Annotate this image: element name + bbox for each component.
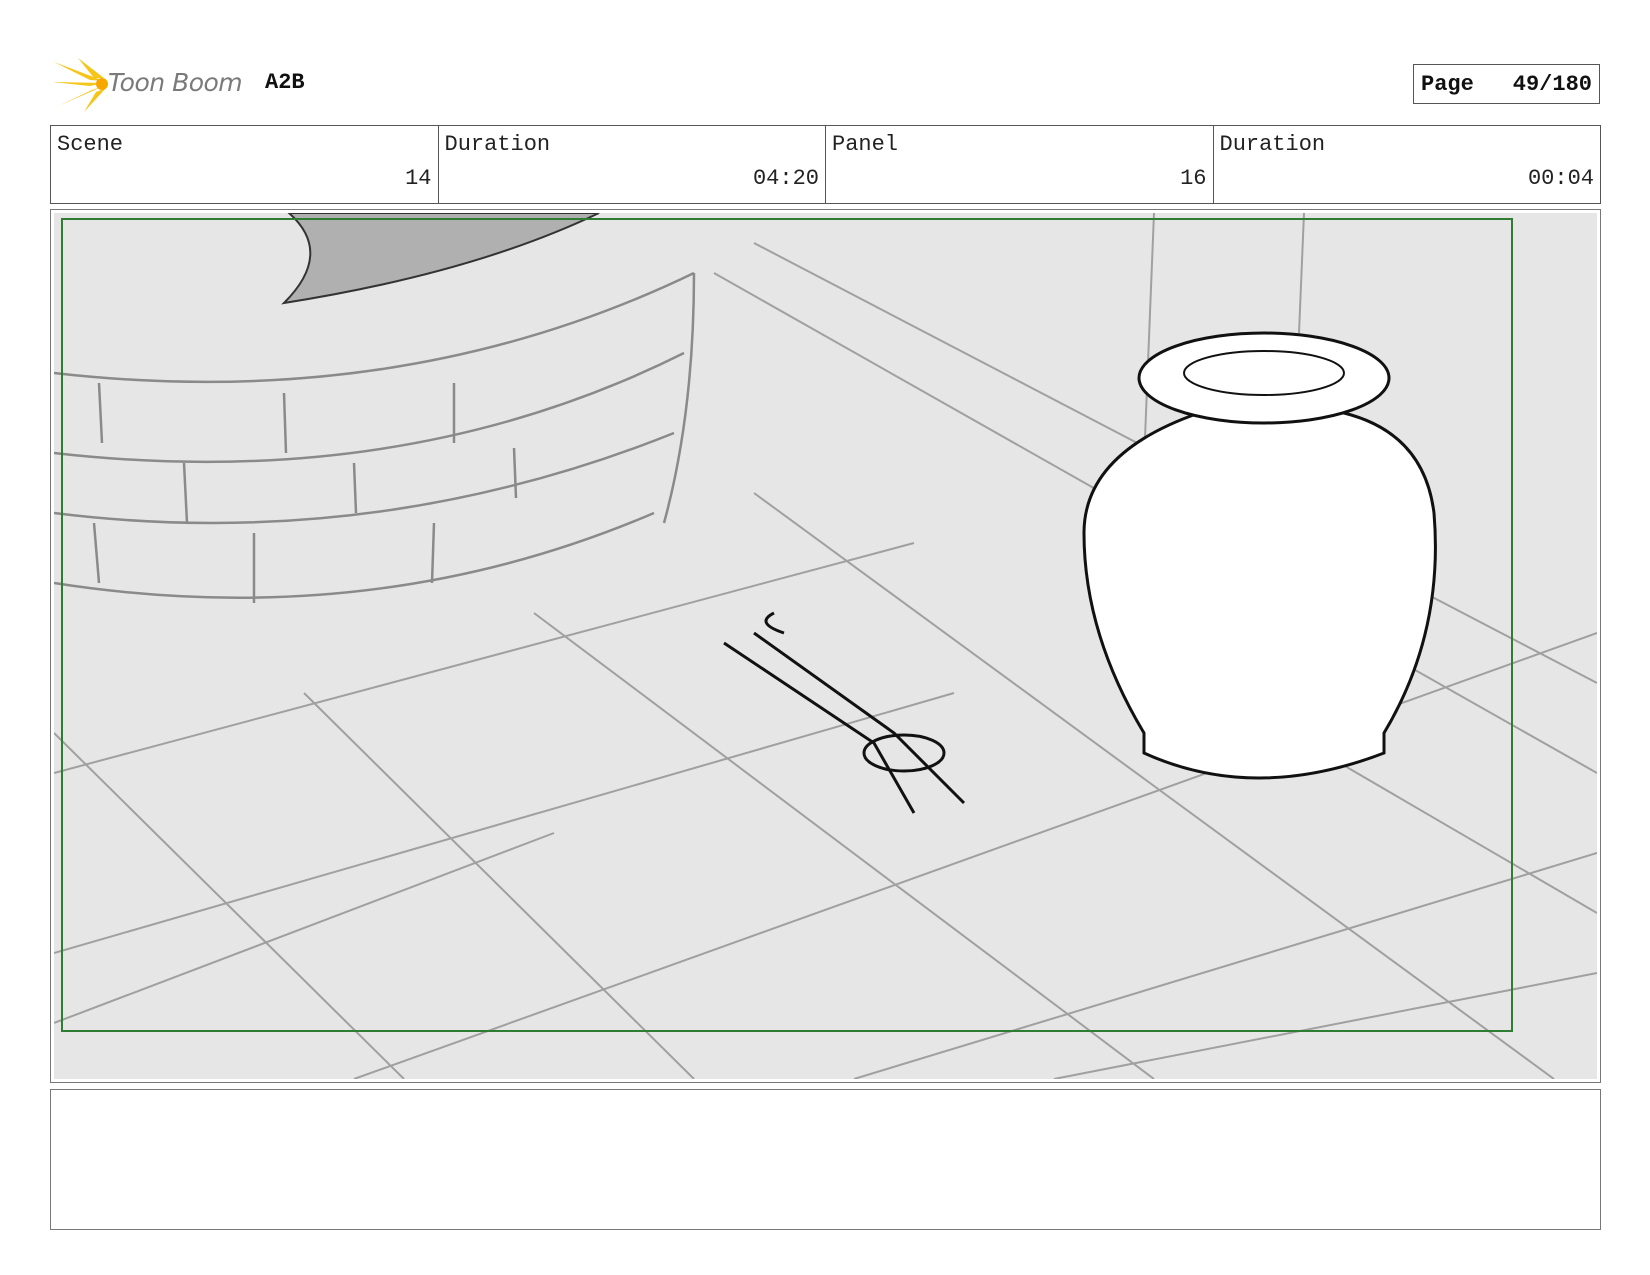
scene-label: Scene: [57, 132, 124, 157]
panel-duration-value: 00:04: [1527, 166, 1594, 191]
panel-notes-box: [50, 1089, 1601, 1230]
scene-duration-cell: Duration 04:20: [439, 126, 826, 203]
panel-cell: Panel 16: [826, 126, 1214, 203]
storyboard-panel: [50, 209, 1601, 1083]
scene-value: 14: [405, 166, 432, 191]
logo-text: Toon Boom: [108, 68, 243, 97]
panel-label: Panel: [832, 132, 899, 157]
project-name: A2B: [265, 70, 305, 95]
page-indicator: Page 49/180: [1413, 64, 1600, 104]
page-label: Page: [1421, 71, 1474, 97]
panel-sketch-image: [54, 213, 1597, 1079]
scene-cell: Scene 14: [51, 126, 439, 203]
info-table: Scene 14 Duration 04:20 Panel 16 Duratio…: [50, 125, 1601, 204]
panel-value: 16: [1180, 166, 1207, 191]
scene-duration-value: 04:20: [752, 166, 819, 191]
page-number: 49/180: [1512, 71, 1592, 97]
scene-duration-label: Duration: [444, 132, 551, 157]
panel-duration-cell: Duration 00:04: [1214, 126, 1601, 203]
panel-duration-label: Duration: [1219, 132, 1326, 157]
